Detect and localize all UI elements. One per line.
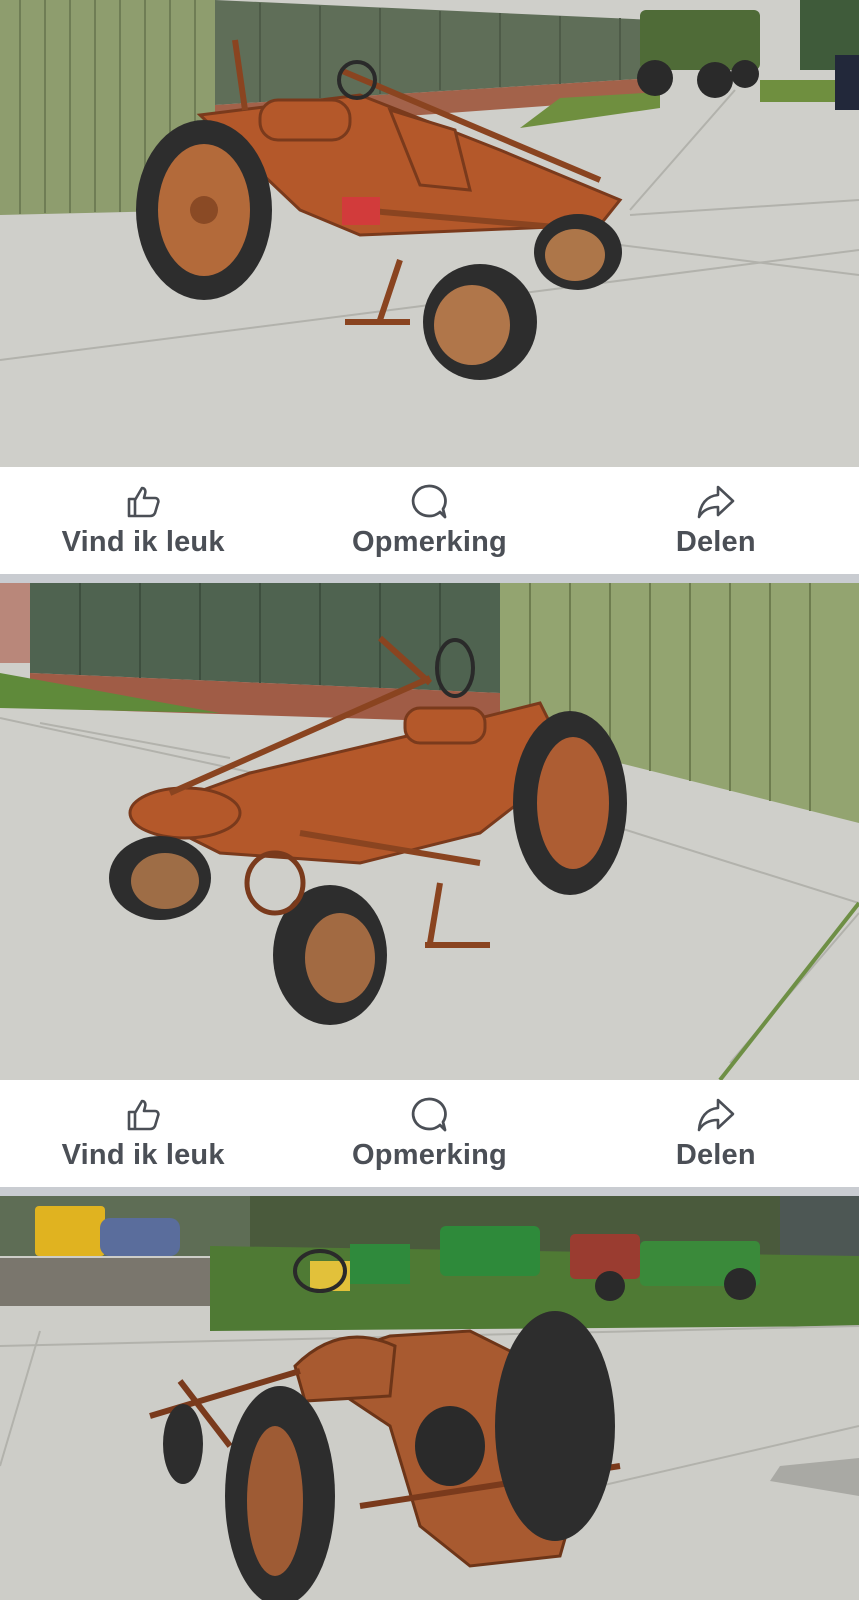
share-button[interactable]: Delen (573, 1080, 859, 1187)
share-label: Delen (675, 1139, 756, 1171)
like-label: Vind ik leuk (61, 1139, 225, 1171)
post-photo-2[interactable] (0, 583, 859, 1080)
comment-button[interactable]: Opmerking (286, 467, 572, 574)
comment-label: Opmerking (352, 1139, 507, 1171)
share-icon (696, 1095, 736, 1135)
share-button[interactable]: Delen (573, 467, 859, 574)
tractor-photo-2 (0, 583, 859, 1080)
thumbs-up-icon (123, 1095, 163, 1135)
share-icon (696, 482, 736, 522)
photo-feed: Vind ik leuk Opmerking Delen Vind ik leu… (0, 0, 859, 1600)
comment-label: Opmerking (352, 526, 507, 558)
like-label: Vind ik leuk (61, 526, 225, 558)
post-separator (0, 574, 859, 583)
like-button[interactable]: Vind ik leuk (0, 1080, 286, 1187)
tractor-photo-1 (0, 0, 859, 467)
like-button[interactable]: Vind ik leuk (0, 467, 286, 574)
share-label: Delen (675, 526, 756, 558)
post-separator (0, 1187, 859, 1196)
thumbs-up-icon (123, 482, 163, 522)
post-photo-1[interactable] (0, 0, 859, 467)
comment-icon (409, 482, 449, 522)
post-actions-1: Vind ik leuk Opmerking Delen (0, 467, 859, 574)
comment-button[interactable]: Opmerking (286, 1080, 572, 1187)
comment-icon (409, 1095, 449, 1135)
post-photo-3[interactable] (0, 1196, 859, 1600)
post-actions-2: Vind ik leuk Opmerking Delen (0, 1080, 859, 1187)
tractor-photo-3 (0, 1196, 859, 1600)
